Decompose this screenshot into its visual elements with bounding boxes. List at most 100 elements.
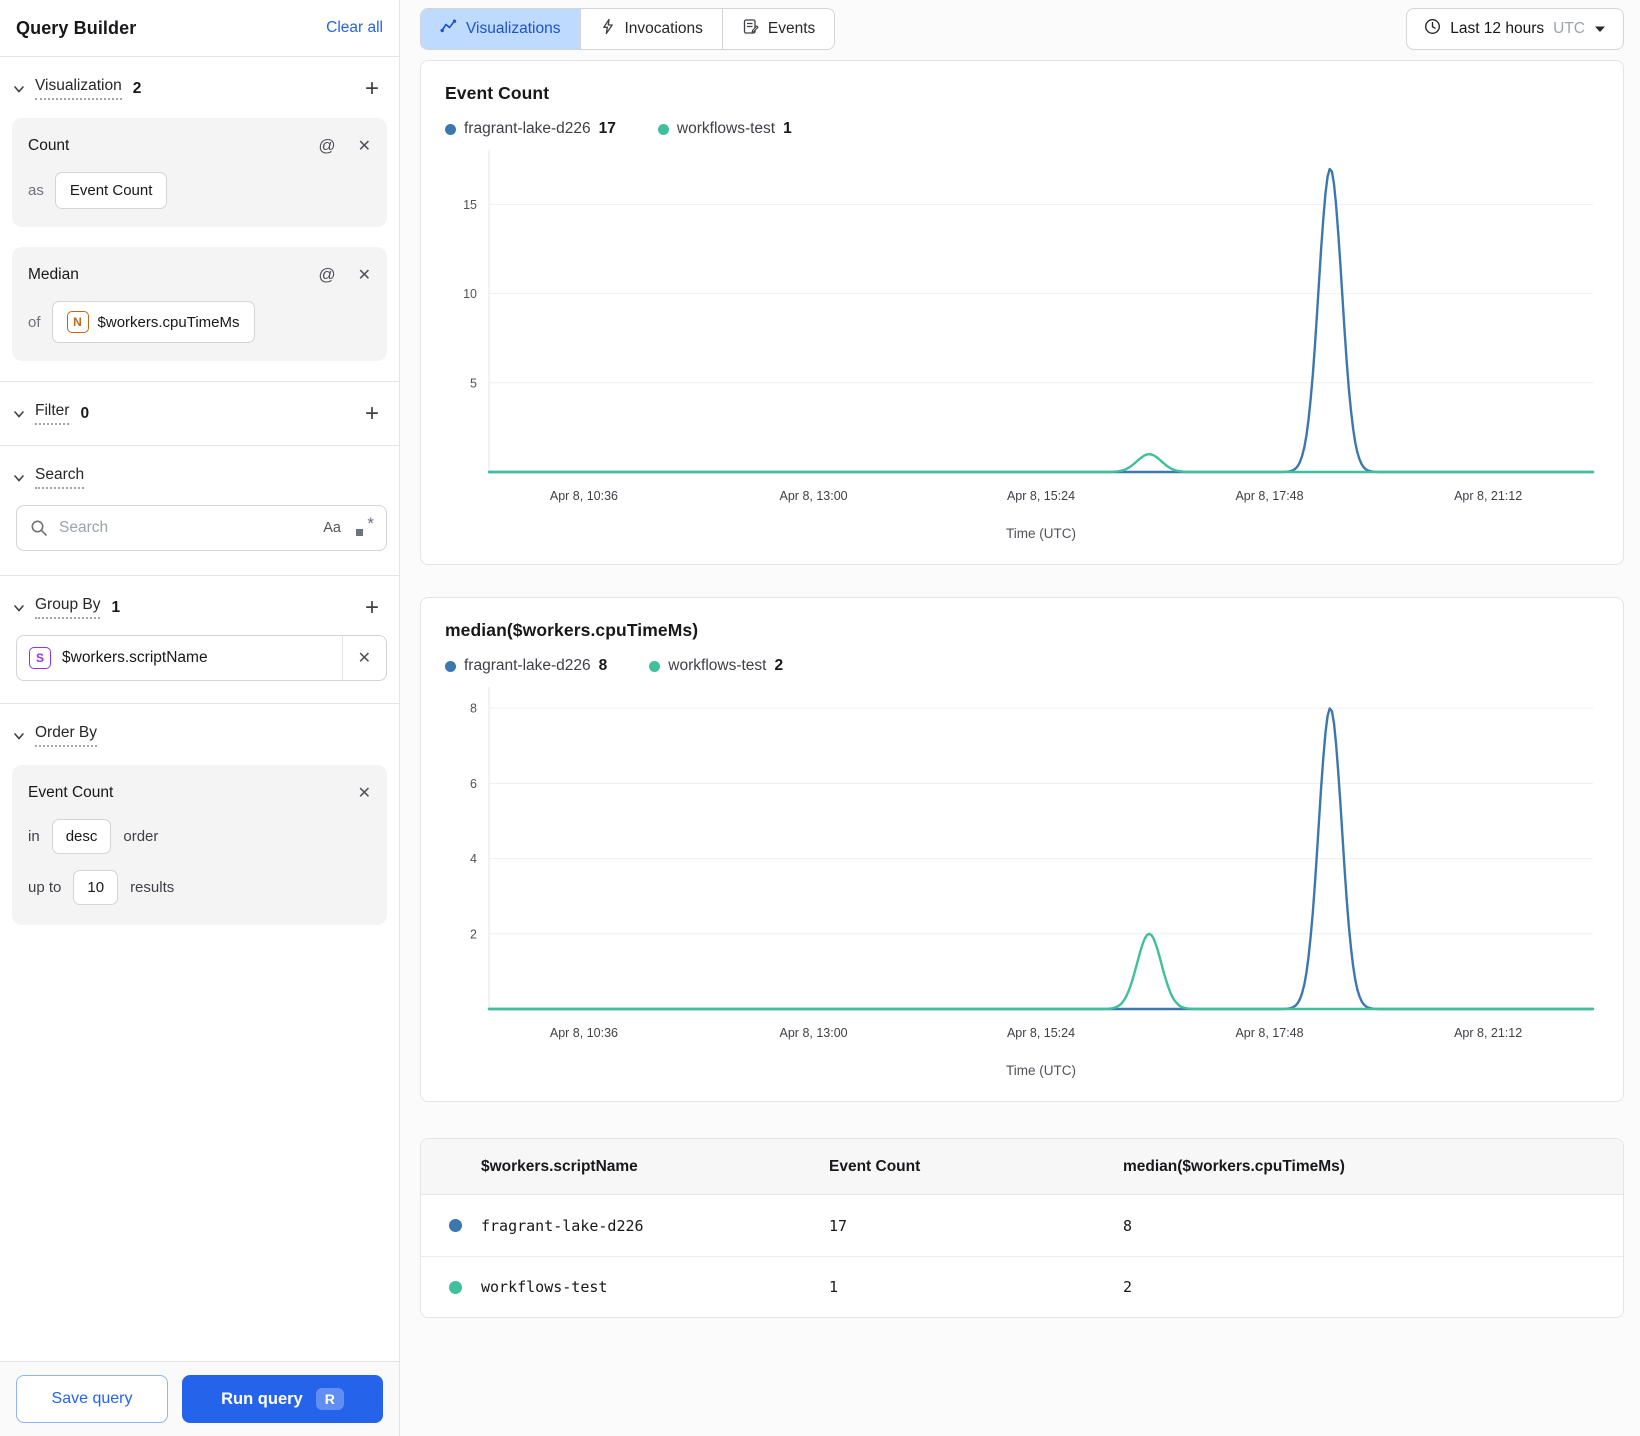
legend-item[interactable]: fragrant-lake-d226 17 (445, 120, 616, 138)
svg-text:Time (UTC): Time (UTC) (1006, 526, 1076, 541)
clock-icon (1424, 18, 1441, 40)
table-row[interactable]: fragrant-lake-d226 17 8 (421, 1195, 1623, 1256)
legend-dot (649, 660, 661, 672)
order-by-label[interactable]: Order By (35, 724, 98, 747)
legend-value: 8 (598, 657, 608, 674)
remove-group-by-icon[interactable]: ✕ (343, 648, 386, 668)
order-by-field: Event Count (28, 784, 114, 801)
caret-down-icon (1594, 20, 1606, 38)
column-median: median($workers.cpuTimeMs) (1123, 1157, 1345, 1175)
sidebar-body: Visualization 2 + Count @ ✕ as Event Cou… (0, 57, 399, 1361)
group-by-field[interactable]: S $workers.scriptName ✕ (16, 635, 387, 681)
tab-visualizations[interactable]: Visualizations (421, 9, 580, 49)
median-field-selector[interactable]: N $workers.cpuTimeMs (51, 301, 255, 343)
at-icon[interactable]: @ (318, 136, 335, 156)
add-group-by-button[interactable]: + (361, 595, 383, 619)
svg-text:Time (UTC): Time (UTC) (1006, 1063, 1076, 1078)
median-field-value: $workers.cpuTimeMs (97, 313, 240, 331)
cell-median: 8 (1123, 1216, 1133, 1235)
svg-text:Apr 8, 15:24: Apr 8, 15:24 (1007, 1026, 1075, 1040)
svg-text:Apr 8, 17:48: Apr 8, 17:48 (1235, 1026, 1303, 1040)
legend-name: workflows-test (676, 120, 776, 137)
chevron-down-icon[interactable] (12, 601, 26, 615)
results-label: results (130, 879, 175, 896)
svg-text:Apr 8, 10:36: Apr 8, 10:36 (550, 489, 618, 503)
query-builder-sidebar: Query Builder Clear all Visualization 2 … (0, 0, 400, 1436)
regex-asterisk: * (367, 514, 374, 533)
regex-icon[interactable]: * (355, 514, 374, 537)
svg-text:5: 5 (470, 376, 477, 390)
column-script-name: $workers.scriptName (481, 1157, 638, 1175)
add-visualization-button[interactable]: + (361, 76, 383, 100)
group-by-count: 1 (111, 598, 121, 616)
line-chart: 5 10 15 Apr 8, 10:36 Apr 8, 13:00 Apr 8, 15:2… (445, 142, 1599, 554)
chart-legend: fragrant-lake-d226 8 workflows-test 2 (445, 657, 1599, 675)
chevron-down-icon[interactable] (12, 82, 26, 96)
group-by-field-value: $workers.scriptName (62, 649, 208, 666)
order-by-card: Event Count ✕ in desc order up to 10 res… (12, 765, 387, 925)
legend-value: 17 (598, 120, 616, 137)
legend-item[interactable]: workflows-test 2 (649, 657, 783, 675)
count-alias-value: Event Count (69, 182, 153, 199)
match-case-icon[interactable]: Aa (323, 520, 341, 536)
event-count-chart-svg: 5 10 15 Apr 8, 10:36 Apr 8, 13:00 Apr 8, 15:2… (463, 150, 1595, 541)
tab-events[interactable]: Events (721, 9, 835, 49)
run-query-button[interactable]: Run query R (182, 1375, 383, 1423)
chevron-down-icon[interactable] (12, 471, 26, 485)
lightning-icon (600, 18, 616, 40)
count-alias-field[interactable]: Event Count (54, 172, 168, 209)
keyboard-shortcut-badge: R (315, 1388, 344, 1410)
section-filter: Filter 0 + (0, 382, 399, 439)
timezone-label: UTC (1553, 20, 1585, 37)
filter-count: 0 (80, 404, 90, 422)
svg-text:8: 8 (470, 702, 477, 716)
svg-text:15: 15 (463, 198, 477, 212)
legend-value: 2 (774, 657, 784, 674)
chart-legend: fragrant-lake-d226 17 workflows-test 1 (445, 120, 1599, 138)
add-filter-button[interactable]: + (361, 401, 383, 425)
search-label[interactable]: Search (35, 466, 85, 489)
legend-item[interactable]: workflows-test 1 (657, 120, 792, 138)
filter-label[interactable]: Filter (35, 402, 70, 425)
chevron-down-icon[interactable] (12, 407, 26, 421)
cell-script-name: fragrant-lake-d226 (481, 1216, 644, 1235)
in-label: in (28, 828, 40, 845)
column-event-count: Event Count (829, 1157, 921, 1175)
section-search: Search (0, 446, 399, 503)
count-visualization-card: Count @ ✕ as Event Count (12, 118, 387, 227)
at-icon[interactable]: @ (318, 265, 335, 285)
visualization-label[interactable]: Visualization (35, 77, 122, 100)
results-table: $workers.scriptName Event Count median($… (420, 1138, 1624, 1318)
legend-item[interactable]: fragrant-lake-d226 8 (445, 657, 607, 675)
close-icon[interactable]: ✕ (358, 783, 371, 803)
as-label: as (28, 182, 44, 199)
of-label: of (28, 313, 41, 331)
limit-input[interactable]: 10 (73, 870, 119, 905)
search-icon (30, 519, 48, 542)
series-dot (449, 1280, 462, 1294)
median-chart-svg: 2 4 6 8 Apr 8, 10:36 Apr 8, 13:00 Apr 8, 15:24… (470, 687, 1595, 1078)
count-card-title: Count (28, 137, 70, 154)
legend-name: fragrant-lake-d226 (464, 657, 591, 674)
close-icon[interactable]: ✕ (358, 265, 371, 285)
table-row[interactable]: workflows-test 1 2 (421, 1256, 1623, 1317)
main-content: Visualizations Invocations Events Last 1… (400, 0, 1640, 1436)
save-query-button[interactable]: Save query (16, 1375, 168, 1423)
svg-text:Apr 8, 10:36: Apr 8, 10:36 (550, 1026, 618, 1040)
order-direction-select[interactable]: desc (51, 819, 112, 854)
cell-median: 2 (1123, 1278, 1133, 1296)
close-icon[interactable]: ✕ (358, 136, 371, 156)
group-by-label[interactable]: Group By (35, 596, 101, 619)
visualizations-icon (440, 18, 457, 40)
legend-dot (445, 660, 456, 672)
clear-all-button[interactable]: Clear all (326, 19, 383, 37)
chart-title: median($workers.cpuTimeMs) (445, 620, 699, 640)
cell-script-name: workflows-test (481, 1278, 608, 1296)
legend-dot (657, 123, 669, 135)
legend-dot (445, 123, 456, 135)
svg-text:2: 2 (470, 927, 477, 941)
time-range-selector[interactable]: Last 12 hours UTC (1406, 8, 1624, 50)
number-field-icon: N (66, 311, 89, 333)
tab-invocations[interactable]: Invocations (579, 9, 722, 49)
chevron-down-icon[interactable] (12, 729, 26, 743)
